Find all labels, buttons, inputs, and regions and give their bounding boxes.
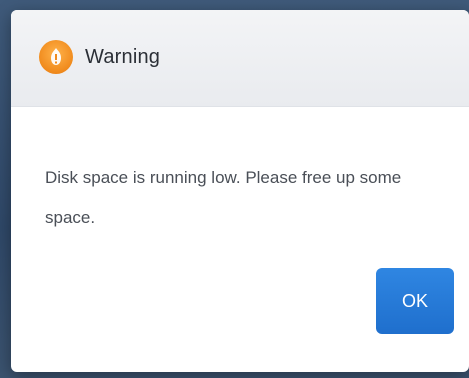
dialog-title: Warning xyxy=(85,46,161,68)
warning-icon xyxy=(39,40,73,74)
dialog-header: Warning xyxy=(11,10,469,107)
warning-dialog: Warning Disk space is running low. Pleas… xyxy=(11,10,469,372)
ok-button[interactable]: OK xyxy=(376,268,454,334)
dialog-message: Disk space is running low. Please free u… xyxy=(45,168,402,227)
